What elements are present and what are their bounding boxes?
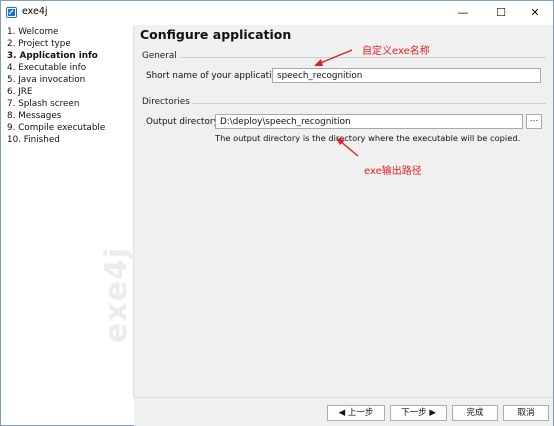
step-jre[interactable]: 6. JRE [7,87,32,97]
browse-button[interactable]: ... [526,114,542,129]
next-button[interactable]: 下一步 ▶ [390,405,447,421]
cancel-button[interactable]: 取消 [503,405,549,421]
output-directory-label: Output directory: [146,117,222,127]
output-directory-hint: The output directory is the directory wh… [215,133,521,143]
title-bar: exe4j — ☐ ✕ [1,1,553,25]
step-welcome[interactable]: 1. Welcome [7,27,58,37]
directories-divider [192,103,546,104]
general-group-title: General [142,51,177,61]
annotation-app-name: 自定义exe名称 [362,46,430,57]
step-compile-executable[interactable]: 9. Compile executable [7,123,105,133]
step-project-type[interactable]: 2. Project type [7,39,71,49]
exe4j-app-icon [6,7,17,18]
short-name-input[interactable] [272,68,541,83]
output-directory-input[interactable] [215,114,523,129]
minimize-button[interactable]: — [445,1,481,25]
general-divider [180,57,546,58]
maximize-button[interactable]: ☐ [483,1,519,25]
step-messages[interactable]: 8. Messages [7,111,61,121]
step-application-info[interactable]: 3. Application info [7,51,98,61]
step-executable-info[interactable]: 4. Executable info [7,63,86,73]
step-splash-screen[interactable]: 7. Splash screen [7,99,79,109]
step-finished[interactable]: 10. Finished [7,135,60,145]
wizard-footer: ◀ 上一步 下一步 ▶ 完成 取消 [134,397,553,426]
window-title: exe4j [22,6,48,17]
wizard-steps-sidebar: 1. Welcome 2. Project type 3. Applicatio… [1,25,134,397]
step-java-invocation[interactable]: 5. Java invocation [7,75,85,85]
close-button[interactable]: ✕ [517,1,553,25]
finish-button[interactable]: 完成 [452,405,498,421]
directories-group-title: Directories [142,97,190,107]
annotation-output-path: exe输出路径 [364,166,422,177]
main-panel: Configure application General Short name… [134,25,553,397]
app-window: exe4j — ☐ ✕ 1. Welcome 2. Project type 3… [0,0,554,426]
page-title: Configure application [140,27,292,42]
exe4j-watermark: exe4j [99,246,134,343]
back-button[interactable]: ◀ 上一步 [327,405,385,421]
short-name-label: Short name of your application: [146,71,286,81]
